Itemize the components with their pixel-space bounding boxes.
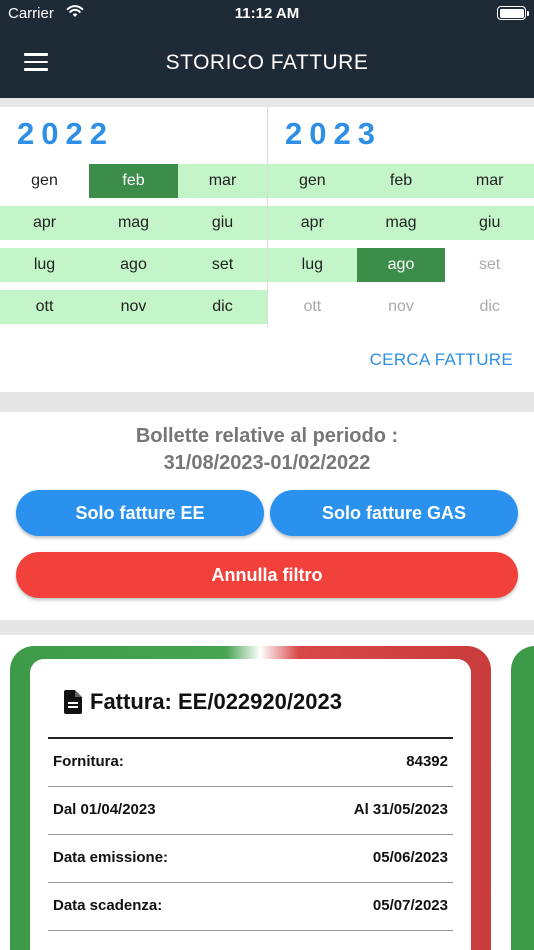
- invoice-header: Fattura: EE/022920/2023: [64, 687, 342, 717]
- filter-card: Bollette relative al periodo : 31/08/202…: [0, 412, 534, 620]
- month-cell-mag[interactable]: mag: [356, 206, 446, 240]
- month-cell-nov[interactable]: nov: [89, 290, 178, 324]
- detail-label: Fornitura:: [53, 753, 124, 770]
- month-cell-lug[interactable]: lug: [268, 248, 357, 282]
- filter-ee-button[interactable]: Solo fatture EE: [16, 490, 264, 536]
- month-cell-giu[interactable]: giu: [445, 206, 534, 240]
- year-label: 2022: [17, 116, 114, 151]
- month-row: gen feb mar: [0, 164, 267, 198]
- invoice-detail-row: Dal 01/04/2023 Al 31/05/2023: [48, 787, 453, 835]
- month-row: lug ago set: [268, 248, 534, 282]
- period-title: Bollette relative al periodo :: [135, 425, 399, 447]
- month-picker-card: 2022 gen feb mar apr mag giu lug ago set ott nov di…: [0, 107, 534, 392]
- month-cell-nov: nov: [388, 298, 414, 315]
- month-cell-feb[interactable]: feb: [356, 164, 446, 198]
- month-cell-gen[interactable]: gen: [0, 164, 89, 198]
- period-label: Bollette relative al periodo : 31/08/202…: [0, 423, 534, 477]
- invoice-detail-row: Fornitura: 84392: [48, 739, 453, 787]
- clock: 11:12 AM: [234, 5, 300, 22]
- month-cell-feb[interactable]: feb: [89, 164, 178, 198]
- battery-icon: [497, 6, 529, 20]
- invoice-card[interactable]: Fattura: EE/022920/2023 Fornitura: 84392 D…: [10, 646, 491, 950]
- detail-value: 05/07/2023: [372, 897, 448, 914]
- month-row: apr mag giu: [0, 206, 267, 240]
- invoice-carousel[interactable]: Fattura: EE/022920/2023 Fornitura: 84392 D…: [0, 635, 534, 950]
- invoice-title: Fattura: EE/022920/2023: [90, 689, 342, 714]
- month-cell-dic: dic: [479, 298, 500, 315]
- detail-value: 84392: [406, 753, 448, 770]
- invoice-detail-row: Data scadenza: 05/07/2023: [48, 883, 453, 931]
- month-cell-dic[interactable]: dic: [178, 290, 267, 324]
- detail-label: Dal 01/04/2023: [53, 801, 156, 818]
- month-cell-apr[interactable]: apr: [268, 206, 357, 240]
- month-cell-mar[interactable]: mar: [178, 164, 267, 198]
- screen: Carrier 11:12 AM STORICO FATTURE 2022 ge…: [0, 0, 534, 950]
- page-title: STORICO FATTURE: [165, 51, 369, 74]
- month-cell-gen[interactable]: gen: [268, 164, 357, 198]
- month-cell-ago[interactable]: ago: [356, 248, 446, 282]
- invoice-details: Fornitura: 84392 Dal 01/04/2023 Al 31/05/20…: [48, 737, 453, 931]
- month-grid: gen feb mar apr mag giu lug ago set ott nov dic: [0, 164, 267, 324]
- month-cell-apr[interactable]: apr: [0, 206, 89, 240]
- month-row: lug ago set: [0, 248, 267, 282]
- month-cell-ago[interactable]: ago: [89, 248, 178, 282]
- month-cell-giu[interactable]: giu: [178, 206, 267, 240]
- year-column-2023: 2023 gen feb mar apr mag giu lug ago set ott nov di…: [267, 107, 534, 327]
- year-column-2022: 2022 gen feb mar apr mag giu lug ago set ott nov di…: [0, 107, 267, 332]
- month-cell-lug[interactable]: lug: [0, 248, 89, 282]
- month-cell-ott[interactable]: ott: [0, 290, 89, 324]
- month-cell-ott: ott: [303, 298, 322, 315]
- detail-label: Data scadenza:: [53, 897, 163, 914]
- detail-value: Al 31/05/2023: [353, 801, 448, 818]
- detail-value: 05/06/2023: [372, 849, 448, 866]
- detail-label: Data emissione:: [53, 849, 169, 866]
- period-range: 31/08/2023-01/02/2022: [163, 452, 371, 474]
- search-invoices-button[interactable]: CERCA FATTURE: [370, 350, 513, 370]
- next-invoice-card[interactable]: [511, 646, 534, 950]
- month-row: ott nov dic: [0, 290, 267, 324]
- month-cell-set: set: [479, 256, 501, 273]
- month-cell-mar[interactable]: mar: [445, 164, 534, 198]
- reset-filter-button[interactable]: Annulla filtro: [16, 552, 518, 598]
- year-label: 2023: [285, 116, 382, 151]
- invoice-detail-row: Data emissione: 05/06/2023: [48, 835, 453, 883]
- invoice-card-body: Fattura: EE/022920/2023 Fornitura: 84392 D…: [30, 659, 471, 950]
- filter-gas-button[interactable]: Solo fatture GAS: [270, 490, 518, 536]
- month-grid: gen feb mar apr mag giu lug ago set ott nov dic: [268, 164, 534, 324]
- app-header: Carrier 11:12 AM STORICO FATTURE: [0, 0, 534, 98]
- month-cell-mag[interactable]: mag: [89, 206, 178, 240]
- month-cell-set[interactable]: set: [178, 248, 267, 282]
- status-bar: Carrier 11:12 AM: [0, 0, 534, 28]
- month-row: gen feb mar: [268, 164, 534, 198]
- month-row: ott nov dic: [268, 290, 534, 324]
- document-icon: [64, 690, 82, 714]
- month-row: apr mag giu: [268, 206, 534, 240]
